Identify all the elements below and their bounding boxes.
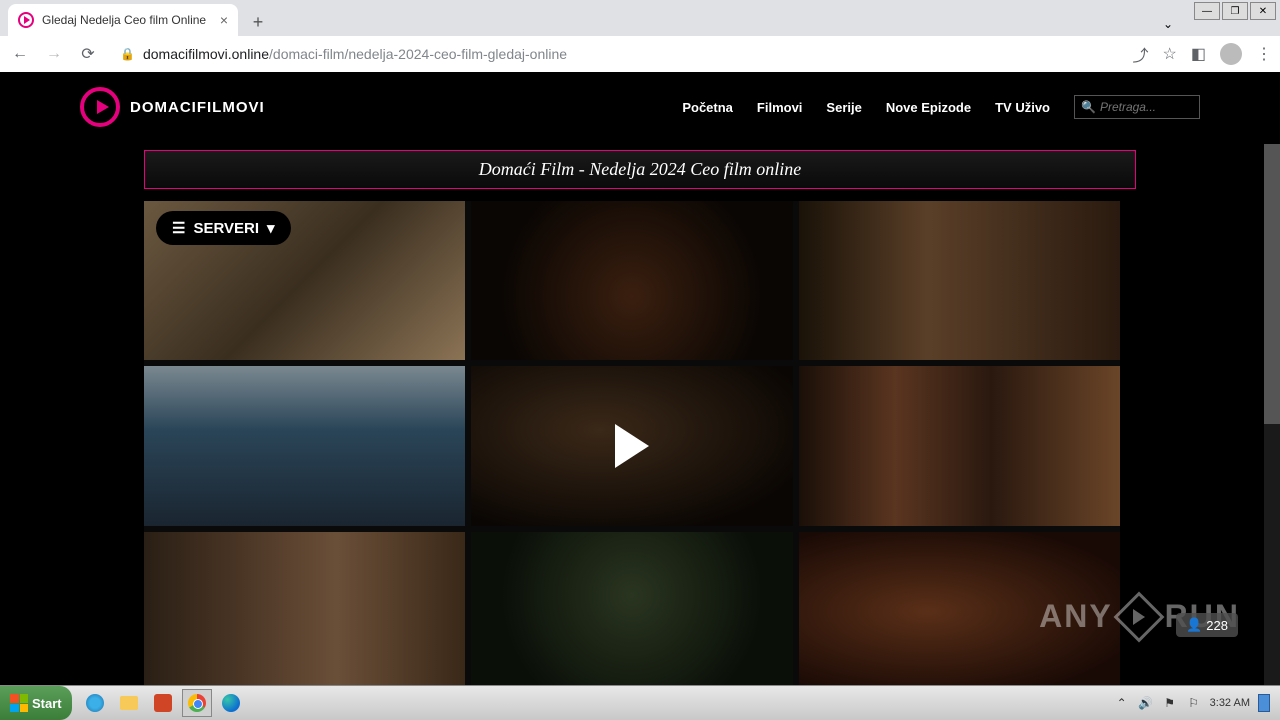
lock-icon: 🔒	[120, 47, 135, 61]
video-player[interactable]: SERVERI ▾	[144, 201, 1120, 685]
thumbnail	[471, 201, 792, 360]
system-tray: ⌃ 🔊 ⚑ ⚐ 3:32 AM	[1104, 694, 1280, 712]
logo-text: DOMACIFILMOVI	[130, 99, 265, 116]
taskbar: Start ⌃ 🔊 ⚑ ⚐ 3:32 AM	[0, 685, 1280, 720]
watermark-play-icon	[1113, 591, 1164, 642]
taskbar-chrome[interactable]	[182, 689, 212, 717]
forward-button[interactable]: →	[42, 42, 66, 66]
new-tab-button[interactable]: +	[244, 8, 272, 36]
nav-films[interactable]: Filmovi	[757, 100, 803, 115]
thumbnail	[471, 532, 792, 685]
taskbar-edge[interactable]	[216, 689, 246, 717]
url-text: domacifilmovi.online/domaci-film/nedelja…	[143, 46, 567, 62]
play-button[interactable]	[615, 424, 649, 468]
main-nav: Početna Filmovi Serije Nove Epizode TV U…	[682, 95, 1200, 119]
thumbnail	[799, 201, 1120, 360]
tray-volume-icon[interactable]: 🔊	[1138, 695, 1154, 711]
ie-icon	[86, 694, 104, 712]
maximize-button[interactable]: ❐	[1222, 2, 1248, 20]
viewer-count-badge: 👤 228	[1176, 613, 1238, 637]
thumbnail	[799, 366, 1120, 525]
reload-button[interactable]: ⟳	[76, 42, 100, 66]
tab-close-icon[interactable]: ×	[220, 12, 228, 28]
taskbar-powerpoint[interactable]	[148, 689, 178, 717]
hamburger-icon	[172, 219, 185, 237]
profile-icon[interactable]	[1220, 43, 1242, 65]
search-box[interactable]: 🔍	[1074, 95, 1200, 119]
servers-label: SERVERI	[193, 220, 259, 237]
address-bar: ← → ⟳ 🔒 domacifilmovi.online/domaci-film…	[0, 36, 1280, 72]
taskbar-explorer[interactable]	[114, 689, 144, 717]
nav-series[interactable]: Serije	[826, 100, 861, 115]
powerpoint-icon	[154, 694, 172, 712]
chevron-down-icon: ▾	[267, 219, 275, 237]
share-icon[interactable]: ⤴	[1133, 42, 1149, 66]
nav-tv[interactable]: TV Uživo	[995, 100, 1050, 115]
person-icon: 👤	[1186, 617, 1202, 633]
menu-icon[interactable]: ⋮	[1256, 44, 1272, 64]
tab-bar: Gledaj Nedelja Ceo film Online × + ⌄ — ❐…	[0, 0, 1280, 36]
minimize-button[interactable]: —	[1194, 2, 1220, 20]
nav-episodes[interactable]: Nove Epizode	[886, 100, 971, 115]
close-window-button[interactable]: ✕	[1250, 2, 1276, 20]
movie-title-banner: Domaći Film - Nedelja 2024 Ceo film onli…	[144, 150, 1136, 189]
site-header: DOMACIFILMOVI Početna Filmovi Serije Nov…	[0, 72, 1280, 142]
search-input[interactable]	[1100, 100, 1193, 114]
search-icon: 🔍	[1081, 100, 1096, 114]
tab-favicon-icon	[18, 12, 34, 28]
tray-flag-icon[interactable]: ⚐	[1186, 695, 1202, 711]
taskbar-apps	[80, 689, 246, 717]
start-label: Start	[32, 696, 62, 711]
folder-icon	[120, 696, 138, 710]
start-button[interactable]: Start	[0, 686, 72, 720]
side-panel-icon[interactable]: ◧	[1191, 44, 1206, 64]
address-bar-actions: ⤴ ☆ ◧ ⋮	[1133, 42, 1272, 66]
taskbar-ie[interactable]	[80, 689, 110, 717]
tray-desktop-icon[interactable]	[1258, 694, 1270, 712]
chrome-icon	[188, 694, 206, 712]
tray-network-icon[interactable]: ⚑	[1162, 695, 1178, 711]
play-icon	[615, 424, 649, 468]
page-content: DOMACIFILMOVI Početna Filmovi Serije Nov…	[0, 72, 1280, 685]
logo-play-icon	[80, 87, 120, 127]
browser-chrome: Gledaj Nedelja Ceo film Online × + ⌄ — ❐…	[0, 0, 1280, 72]
back-button[interactable]: ←	[8, 42, 32, 66]
site-logo[interactable]: DOMACIFILMOVI	[80, 87, 265, 127]
tray-expand-icon[interactable]: ⌃	[1114, 695, 1130, 711]
window-controls: — ❐ ✕	[1194, 2, 1276, 20]
page-scrollbar[interactable]	[1264, 144, 1280, 685]
windows-logo-icon	[10, 694, 28, 712]
nav-home[interactable]: Početna	[682, 100, 733, 115]
bookmark-icon[interactable]: ☆	[1163, 44, 1177, 64]
browser-tab[interactable]: Gledaj Nedelja Ceo film Online ×	[8, 4, 238, 36]
edge-icon	[222, 694, 240, 712]
movie-title: Domaći Film - Nedelja 2024 Ceo film onli…	[479, 159, 801, 179]
tab-list-dropdown[interactable]: ⌄	[1156, 12, 1180, 36]
tray-clock[interactable]: 3:32 AM	[1210, 697, 1250, 709]
scroll-thumb[interactable]	[1264, 144, 1280, 424]
viewer-count: 228	[1206, 618, 1228, 633]
thumbnail	[144, 532, 465, 685]
servers-button[interactable]: SERVERI ▾	[156, 211, 291, 245]
url-bar[interactable]: 🔒 domacifilmovi.online/domaci-film/nedel…	[110, 40, 1123, 68]
tab-title: Gledaj Nedelja Ceo film Online	[42, 13, 212, 27]
thumbnail	[144, 366, 465, 525]
